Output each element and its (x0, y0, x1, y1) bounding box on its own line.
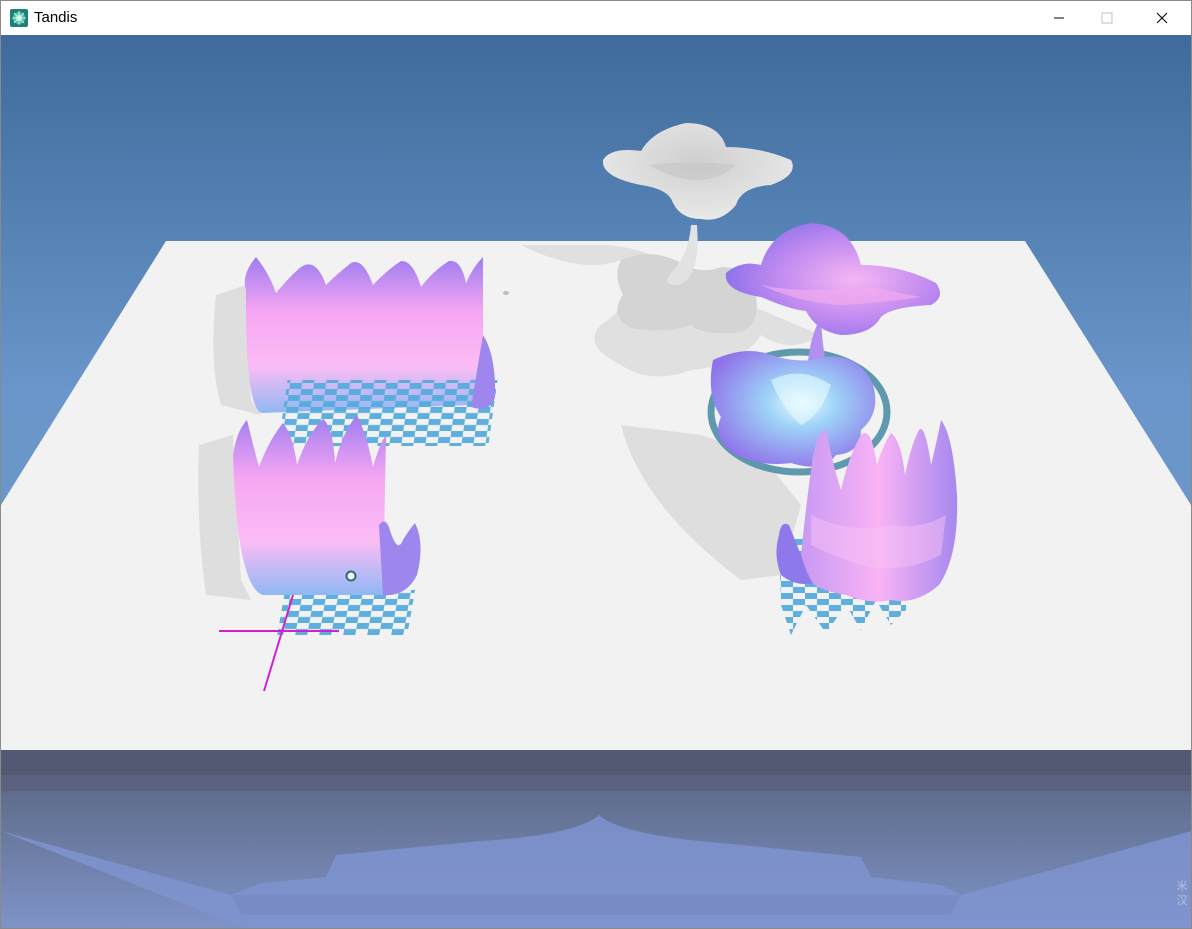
minimize-icon (1054, 17, 1064, 19)
table-top (1, 241, 1191, 750)
app-window: Tandis 米 汉 (0, 0, 1192, 929)
maximize-button[interactable] (1084, 1, 1130, 35)
app-icon (10, 9, 28, 27)
cursor-marker (345, 570, 357, 582)
maximize-icon (1101, 12, 1113, 24)
surface-top-left (244, 257, 498, 446)
minimize-button[interactable] (1036, 1, 1082, 35)
3d-viewport[interactable]: 米 汉 (1, 35, 1191, 928)
checker-bottom-left (277, 590, 416, 635)
close-icon (1156, 12, 1168, 24)
title-bar[interactable]: Tandis (1, 1, 1191, 35)
close-button[interactable] (1139, 1, 1185, 35)
side-text: 米 汉 (1175, 880, 1188, 906)
window-title: Tandis (34, 9, 78, 26)
